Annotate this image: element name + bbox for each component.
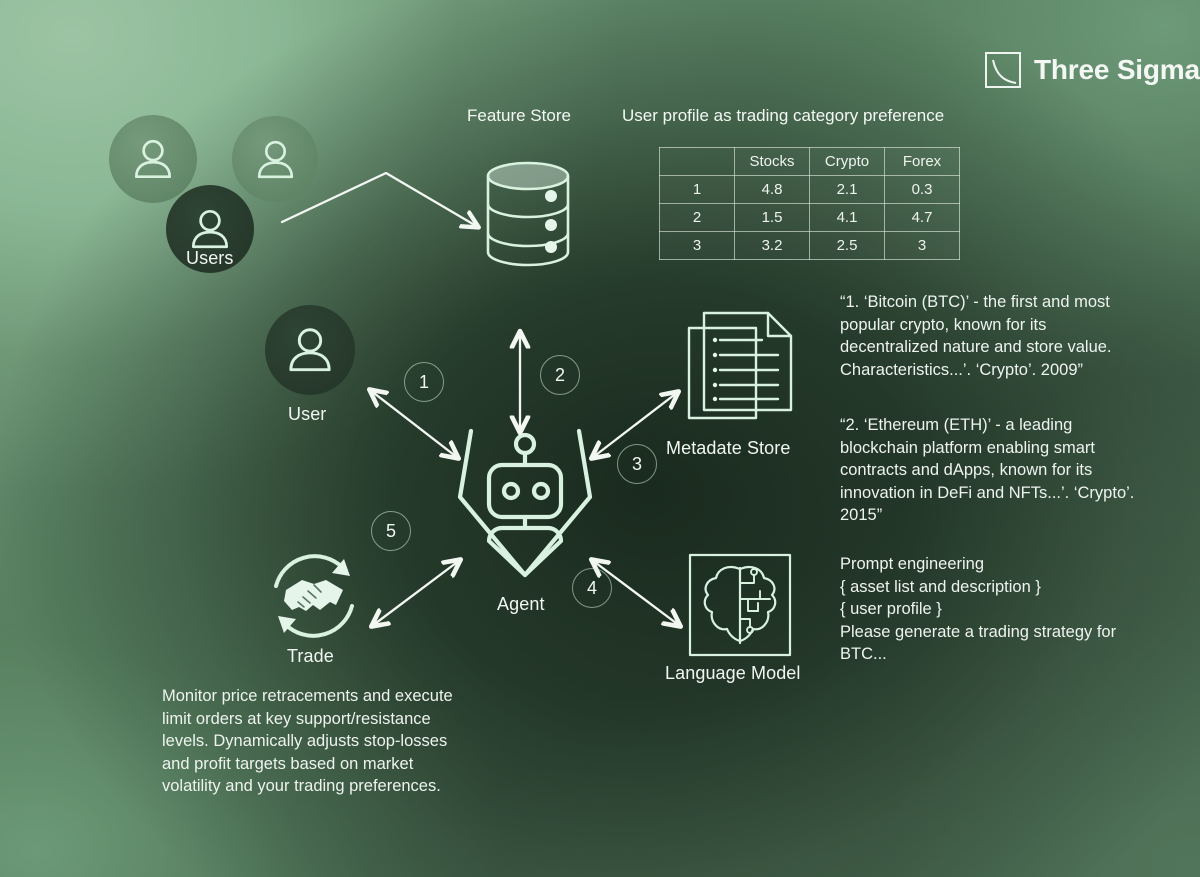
annotation-prompt-engineering: Prompt engineering { asset list and desc… (840, 555, 1117, 664)
arrow-users-to-feature-store (280, 171, 500, 245)
annotation-trade-strategy: Monitor price retracements and execute l… (162, 687, 453, 796)
user-label: User (288, 404, 327, 424)
row-id: 3 (659, 231, 735, 260)
user-icon (289, 328, 331, 372)
brand-logo: Three Sigma (985, 52, 1200, 88)
annotation-metadata-sample-2: “2. ‘Ethereum (ETH)’ - a leading blockch… (840, 416, 1135, 525)
cell-crypto: 4.1 (809, 203, 885, 232)
table-header-row: Stocks Crypto Forex (659, 147, 960, 176)
annotation-metadata-sample-1: “1. ‘Bitcoin (BTC)’ - the first and most… (840, 293, 1112, 379)
user-icon (134, 139, 172, 179)
step-badge-1: 1 (404, 362, 444, 402)
three-sigma-mark-icon (985, 52, 1021, 88)
table-row: 2 1.5 4.1 4.7 (659, 203, 960, 232)
table-corner-cell (659, 147, 735, 176)
step-badge-4: 4 (572, 568, 612, 608)
cell-stocks: 3.2 (734, 231, 810, 260)
feature-store-header: Feature Store (467, 106, 571, 125)
step-badge-2: 2 (540, 355, 580, 395)
arrow-5 (372, 560, 460, 626)
agent-connection-arrows (330, 310, 750, 650)
cell-forex: 4.7 (884, 203, 960, 232)
user-icon (191, 209, 229, 249)
user-profile-header: User profile as trading category prefere… (622, 106, 945, 125)
row-id: 1 (659, 175, 735, 204)
diagram-canvas: Three Sigma Feature Store User profile a… (0, 0, 1200, 877)
step-badge-3: 3 (617, 444, 657, 484)
cell-forex: 0.3 (884, 175, 960, 204)
database-icon (486, 161, 570, 267)
trade-label: Trade (287, 646, 334, 666)
cell-stocks: 4.8 (734, 175, 810, 204)
users-label: Users (186, 248, 234, 268)
user-profile-table: Stocks Crypto Forex 1 4.8 2.1 0.3 2 1.5 … (659, 147, 960, 260)
table-col-forex: Forex (884, 147, 960, 176)
table-row: 1 4.8 2.1 0.3 (659, 175, 960, 204)
language-model-label: Language Model (665, 663, 801, 683)
table-col-stocks: Stocks (734, 147, 810, 176)
brand-wordmark: Three Sigma (1034, 54, 1200, 85)
row-id: 2 (659, 203, 735, 232)
cell-stocks: 1.5 (734, 203, 810, 232)
table-col-crypto: Crypto (809, 147, 885, 176)
cell-crypto: 2.1 (809, 175, 885, 204)
users-avatar-1 (109, 115, 197, 203)
table-row: 3 3.2 2.5 3 (659, 231, 960, 260)
cell-crypto: 2.5 (809, 231, 885, 260)
cell-forex: 3 (884, 231, 960, 260)
arrow-1 (370, 390, 458, 458)
step-badge-5: 5 (371, 511, 411, 551)
